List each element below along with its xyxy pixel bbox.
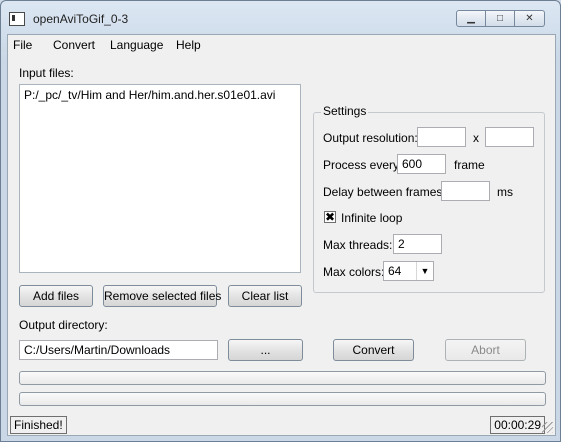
menu-file[interactable]: File [13,38,32,52]
infinite-loop-checkbox[interactable]: ✖ [324,211,336,223]
max-threads-label: Max threads: [323,238,393,252]
chevron-down-icon[interactable]: ▼ [416,262,433,280]
infinite-loop-label[interactable]: Infinite loop [341,211,402,225]
add-files-button[interactable]: Add files [19,285,93,307]
delay-unit: ms [497,185,513,199]
process-every-input[interactable]: 600 [397,154,446,174]
file-progress-bar [19,371,546,385]
menu-help[interactable]: Help [176,38,201,52]
browse-button[interactable]: ... [228,339,303,361]
elapsed-time: 00:00:29 [490,416,545,434]
close-button[interactable]: ✕ [515,10,545,27]
output-directory-label: Output directory: [19,318,108,332]
total-progress-bar [19,392,546,406]
resolution-x-label: x [473,131,479,145]
process-every-unit: frame [454,158,485,172]
menu-language[interactable]: Language [110,38,163,52]
process-every-label: Process every [323,158,400,172]
status-message: Finished! [10,416,67,434]
main-window: openAviToGif_0-3 ▁ □ ✕ File Convert Lang… [0,0,561,442]
convert-button[interactable]: Convert [333,339,414,361]
input-files-label: Input files: [19,66,74,80]
minimize-button[interactable]: ▁ [456,10,486,27]
input-files-list[interactable]: P:/_pc/_tv/Him and Her/him.and.her.s01e0… [19,84,301,273]
output-directory-input[interactable]: C:/Users/Martin/Downloads [19,340,218,360]
resize-grip[interactable] [542,422,553,433]
menu-convert[interactable]: Convert [53,38,95,52]
minimize-icon: ▁ [467,13,475,24]
app-icon [9,12,25,26]
resolution-width-input[interactable] [417,127,466,147]
menu-bar: File Convert Language Help [8,35,555,55]
max-colors-label: Max colors: [323,265,385,279]
settings-title: Settings [321,104,369,118]
output-resolution-label: Output resolution: [323,131,418,145]
clear-list-button[interactable]: Clear list [228,285,302,307]
delay-input[interactable] [441,181,490,201]
abort-button[interactable]: Abort [445,339,526,361]
max-threads-input[interactable]: 2 [393,234,442,254]
maximize-button[interactable]: □ [486,10,515,27]
window-title: openAviToGif_0-3 [33,12,129,26]
client-area: File Convert Language Help Input files: … [7,34,556,436]
delay-label: Delay between frames: [323,185,446,199]
max-colors-value: 64 [388,264,402,278]
remove-selected-files-button[interactable]: Remove selected files [103,285,221,307]
maximize-icon: □ [496,13,504,24]
list-item[interactable]: P:/_pc/_tv/Him and Her/him.and.her.s01e0… [24,88,275,102]
resolution-height-input[interactable] [485,127,534,147]
max-colors-select[interactable]: 64 ▼ [383,261,434,281]
close-icon: ✕ [525,13,534,24]
title-bar[interactable]: openAviToGif_0-3 ▁ □ ✕ [1,1,560,35]
